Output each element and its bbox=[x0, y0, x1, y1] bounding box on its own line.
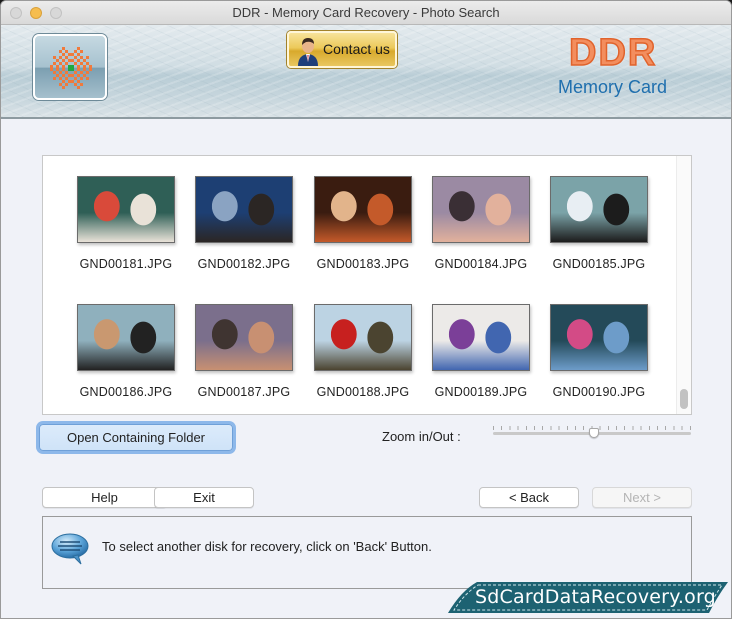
photo-thumbnail[interactable]: GND00190.JPG bbox=[549, 304, 649, 399]
status-panel: To select another disk for recovery, cli… bbox=[42, 516, 692, 589]
photo-filename: GND00181.JPG bbox=[79, 257, 173, 271]
window-title: DDR - Memory Card Recovery - Photo Searc… bbox=[232, 5, 500, 20]
photo-thumbnail[interactable]: GND00188.JPG bbox=[313, 304, 413, 399]
photo-thumbnail[interactable]: GND00186.JPG bbox=[76, 304, 176, 399]
photo-preview[interactable] bbox=[195, 304, 293, 371]
photo-thumbnail[interactable]: GND00189.JPG bbox=[431, 304, 531, 399]
photo-thumbnail[interactable]: GND00182.JPG bbox=[194, 176, 294, 271]
photo-preview[interactable] bbox=[314, 304, 412, 371]
person-icon bbox=[298, 38, 318, 66]
next-button[interactable]: Next > bbox=[592, 487, 692, 508]
photo-filename: GND00182.JPG bbox=[197, 257, 291, 271]
photo-preview[interactable] bbox=[77, 304, 175, 371]
minimize-window-button[interactable] bbox=[30, 7, 42, 19]
title-bar: DDR - Memory Card Recovery - Photo Searc… bbox=[1, 1, 731, 25]
brand-title: DDR bbox=[568, 31, 658, 75]
header-banner: Contact us DDR Memory Card bbox=[1, 25, 731, 119]
photo-thumbnail[interactable]: GND00183.JPG bbox=[313, 176, 413, 271]
app-window: DDR - Memory Card Recovery - Photo Searc… bbox=[0, 0, 732, 619]
photo-preview[interactable] bbox=[550, 304, 648, 371]
zoom-slider-knob[interactable] bbox=[588, 428, 599, 438]
photo-filename: GND00183.JPG bbox=[316, 257, 410, 271]
photo-filename: GND00185.JPG bbox=[552, 257, 646, 271]
photo-gallery: GND00181.JPG GND00182.JPG GND00183.JPG GND0… bbox=[42, 155, 692, 415]
photo-preview[interactable] bbox=[432, 304, 530, 371]
checker-logo-icon bbox=[50, 47, 92, 89]
photo-preview[interactable] bbox=[195, 176, 293, 243]
photo-thumbnail[interactable]: GND00187.JPG bbox=[194, 304, 294, 399]
back-button[interactable]: < Back bbox=[479, 487, 579, 508]
photo-thumbnail[interactable]: GND00184.JPG bbox=[431, 176, 531, 271]
watermark-text: SdCardDataRecovery.org bbox=[475, 586, 716, 608]
status-message: To select another disk for recovery, cli… bbox=[102, 539, 432, 554]
photo-filename: GND00188.JPG bbox=[316, 385, 410, 399]
photo-preview[interactable] bbox=[550, 176, 648, 243]
photo-thumbnail[interactable]: GND00185.JPG bbox=[549, 176, 649, 271]
contact-us-button[interactable]: Contact us bbox=[287, 31, 397, 68]
zoom-label: Zoom in/Out : bbox=[382, 429, 461, 444]
app-logo bbox=[33, 34, 107, 100]
photo-filename: GND00189.JPG bbox=[434, 385, 528, 399]
photo-filename: GND00190.JPG bbox=[552, 385, 646, 399]
contact-us-label: Contact us bbox=[323, 41, 390, 57]
gallery-scrollbar[interactable] bbox=[676, 156, 691, 414]
photo-filename: GND00187.JPG bbox=[197, 385, 291, 399]
photo-preview[interactable] bbox=[432, 176, 530, 243]
help-button[interactable]: Help bbox=[42, 487, 167, 508]
watermark-badge: SdCardDataRecovery.org bbox=[447, 581, 729, 614]
photo-filename: GND00186.JPG bbox=[79, 385, 173, 399]
exit-button[interactable]: Exit bbox=[154, 487, 254, 508]
photo-filename: GND00184.JPG bbox=[434, 257, 528, 271]
open-containing-folder-button[interactable]: Open Containing Folder bbox=[39, 424, 233, 451]
photo-preview[interactable] bbox=[314, 176, 412, 243]
speech-bubble-icon bbox=[51, 533, 89, 565]
brand-subtitle: Memory Card bbox=[558, 77, 668, 97]
photo-preview[interactable] bbox=[77, 176, 175, 243]
zoom-slider[interactable] bbox=[493, 423, 691, 443]
maximize-window-button[interactable] bbox=[50, 7, 62, 19]
photo-thumbnail[interactable]: GND00181.JPG bbox=[76, 176, 176, 271]
close-window-button[interactable] bbox=[10, 7, 22, 19]
gallery-scrollbar-thumb[interactable] bbox=[680, 389, 688, 409]
